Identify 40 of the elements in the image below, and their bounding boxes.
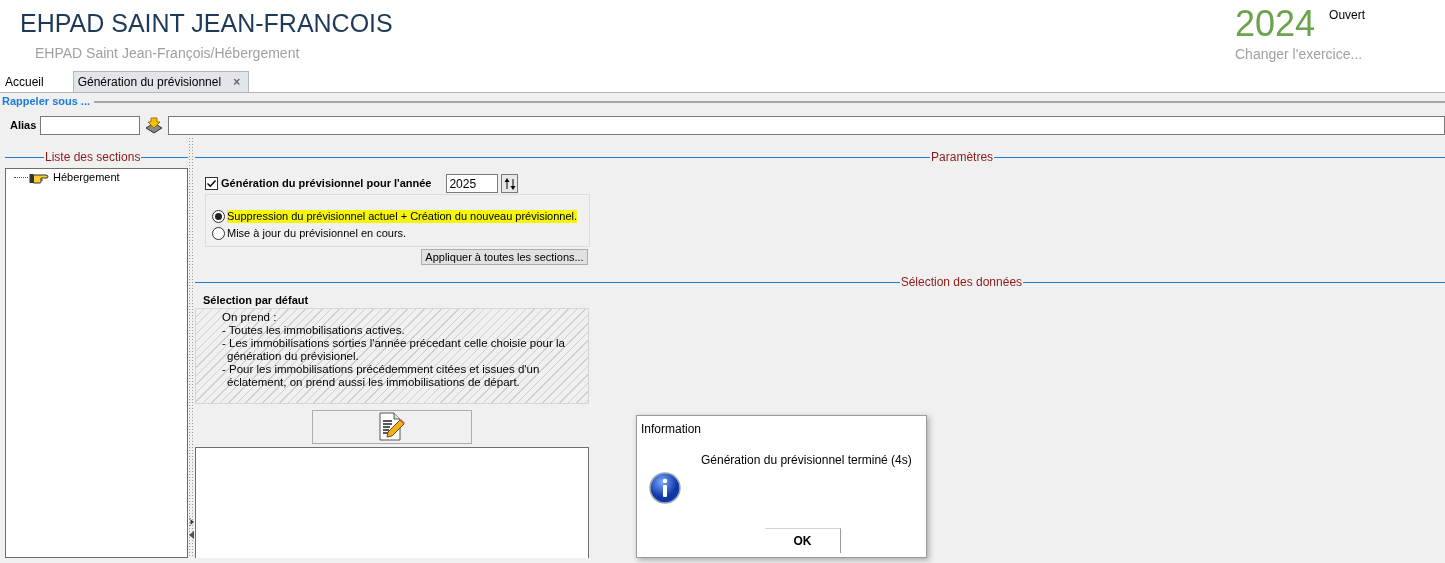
info-text: - Les immobilisations sorties l'année précedant celle choisie pour la xyxy=(222,337,566,351)
tree-item[interactable]: Hébergement xyxy=(53,171,120,185)
ok-button[interactable]: OK xyxy=(765,528,841,553)
apply-button[interactable]: Appliquer à toutes les sections... xyxy=(421,249,588,266)
breadcrumb: EHPAD Saint Jean-François/Hébergement xyxy=(35,45,301,62)
info-text: génération du prévisionel. xyxy=(226,350,360,364)
info-text: - Pour les immobilisations précédemment citées et issues d'un xyxy=(222,363,541,377)
radio-label: Mise à jour du prévisionnel en cours. xyxy=(227,227,407,241)
panel-legend: Liste des sections xyxy=(44,150,142,165)
field-label: Alias xyxy=(10,119,37,133)
collapse-arrows-icon[interactable] xyxy=(188,518,195,541)
text-field[interactable] xyxy=(168,116,1445,136)
spin-button[interactable] xyxy=(501,174,519,194)
pointing-hand-icon xyxy=(29,171,49,184)
fiscal-year: 2024 xyxy=(1235,2,1316,46)
info-text: On prend : xyxy=(222,311,278,325)
dialog-title: Information xyxy=(641,422,702,437)
app-title: EHPAD SAINT JEAN-FRANCOIS xyxy=(20,8,393,39)
tab[interactable]: Génération du prévisionnel × xyxy=(72,71,250,92)
radio-button[interactable] xyxy=(212,210,225,224)
panel-legend: Sélection des données xyxy=(899,275,1024,290)
group-title: Sélection par défaut xyxy=(202,293,310,309)
year-field[interactable]: 2025 xyxy=(446,174,499,194)
radio-button[interactable] xyxy=(212,227,225,241)
checkbox-label: Génération du prévisionnel pour l'année xyxy=(221,177,432,191)
document-pencil-icon xyxy=(378,412,406,443)
alias-field[interactable] xyxy=(40,116,141,136)
dialog-message: Génération du prévisionnel terminé (4s) xyxy=(701,453,912,468)
info-text: éclatement, on prend aussi les immobilisations de départ. xyxy=(226,376,521,390)
year-status: Ouvert xyxy=(1329,8,1366,23)
info-icon xyxy=(649,472,681,504)
checkbox[interactable] xyxy=(205,177,218,191)
radio-label: Suppression du prévisionnel actuel + Création du nouveau prévisionnel. xyxy=(227,210,578,224)
edit-button[interactable] xyxy=(312,410,472,445)
tab[interactable]: Accueil xyxy=(0,71,53,92)
arrow-tray-icon[interactable] xyxy=(145,117,164,135)
close-icon[interactable]: × xyxy=(233,75,241,89)
section-title: Rappeler sous ... xyxy=(2,95,91,109)
panel-legend: Paramètres xyxy=(930,150,995,165)
info-text: - Toutes les immobilisations actives. xyxy=(222,324,406,338)
